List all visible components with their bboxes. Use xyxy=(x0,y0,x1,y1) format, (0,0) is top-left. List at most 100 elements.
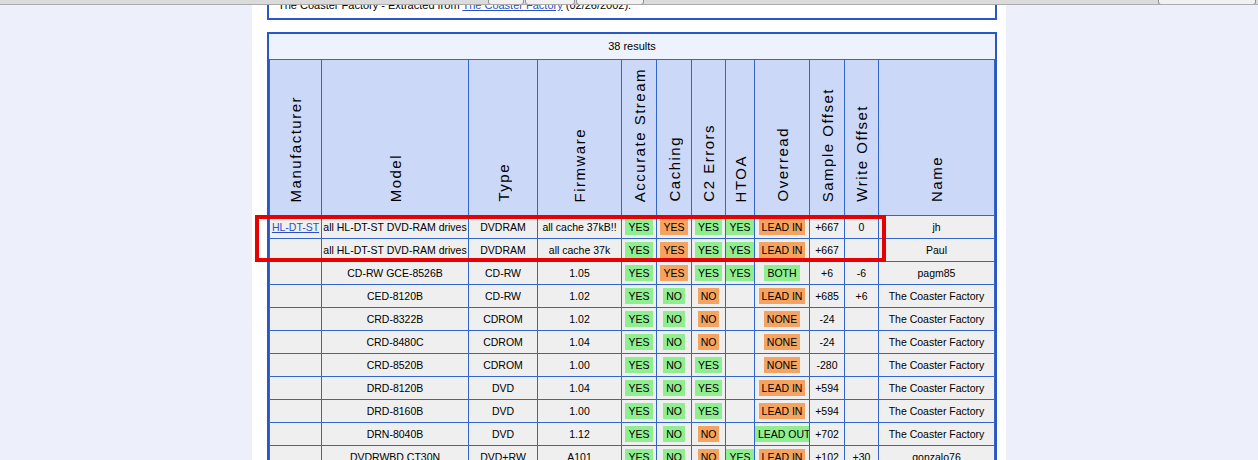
cell-firmware: A101 xyxy=(538,446,622,460)
column-header-c2-errors: C2 Errors xyxy=(692,60,726,216)
browser-button-partial[interactable] xyxy=(488,0,524,5)
column-header-label: Model xyxy=(387,154,404,202)
column-header-label: Caching xyxy=(666,136,683,202)
cell-htoa xyxy=(726,423,755,446)
browser-button-partial[interactable] xyxy=(525,0,575,5)
column-header-label: Sample Offset xyxy=(819,88,836,202)
cell-manufacturer xyxy=(270,423,322,446)
cell-name: The Coaster Factory xyxy=(879,377,995,400)
cell-manufacturer xyxy=(270,262,322,285)
cell-htoa xyxy=(726,354,755,377)
browser-button-partial[interactable] xyxy=(576,0,644,5)
cell-overread: LEAD OUT xyxy=(755,423,810,446)
column-header-manufacturer: Manufacturer xyxy=(270,60,322,216)
cell-write-offset: +30 xyxy=(845,446,879,460)
cell-c2-errors: NO xyxy=(692,308,726,331)
status-badge: YES xyxy=(625,265,652,281)
cell-accurate-stream: YES xyxy=(622,285,657,308)
status-badge: NO xyxy=(698,311,720,327)
cell-type: CDROM xyxy=(469,331,538,354)
cell-manufacturer xyxy=(270,377,322,400)
status-badge: YES xyxy=(695,265,722,281)
cell-name: The Coaster Factory xyxy=(879,308,995,331)
drive-row: DRN-8040BDVD1.12YESNONOLEAD OUT+702The C… xyxy=(270,423,995,446)
status-badge: YES xyxy=(695,357,722,373)
cell-write-offset xyxy=(845,331,879,354)
status-badge: LEAD IN xyxy=(759,449,806,460)
annotation-rectangle xyxy=(255,215,886,262)
status-badge: YES xyxy=(625,334,652,350)
cell-firmware: 1.04 xyxy=(538,377,622,400)
cell-caching: NO xyxy=(657,377,692,400)
cell-accurate-stream: YES xyxy=(622,262,657,285)
column-header-type: Type xyxy=(469,60,538,216)
cell-sample-offset: -24 xyxy=(810,331,845,354)
cell-type: DVD xyxy=(469,377,538,400)
cell-caching: NO xyxy=(657,308,692,331)
cell-caching: NO xyxy=(657,446,692,460)
cell-caching: NO xyxy=(657,285,692,308)
cell-write-offset xyxy=(845,377,879,400)
cell-overread: LEAD IN xyxy=(755,285,810,308)
cell-type: CD-RW xyxy=(469,285,538,308)
cell-caching: YES xyxy=(657,262,692,285)
status-badge: YES xyxy=(625,357,652,373)
column-header-name: Name xyxy=(879,60,995,216)
cell-accurate-stream: YES xyxy=(622,400,657,423)
status-badge: NO xyxy=(698,288,720,304)
cell-model: CED-8120B xyxy=(322,285,469,308)
cell-sample-offset: +594 xyxy=(810,377,845,400)
cell-model: CD-RW GCE-8526B xyxy=(322,262,469,285)
cell-write-offset xyxy=(845,354,879,377)
drive-row: CRD-8480CCDROM1.04YESNONONONE-24The Coas… xyxy=(270,331,995,354)
cell-type: CDROM xyxy=(469,308,538,331)
cell-model: CRD-8322B xyxy=(322,308,469,331)
status-badge: NO xyxy=(663,426,685,442)
status-badge: NONE xyxy=(764,334,800,350)
cell-accurate-stream: YES xyxy=(622,331,657,354)
cell-write-offset: -6 xyxy=(845,262,879,285)
cell-name: Paul xyxy=(879,239,995,262)
cell-htoa xyxy=(726,331,755,354)
cell-name: jh xyxy=(879,216,995,239)
cell-overread: LEAD IN xyxy=(755,377,810,400)
status-badge: NO xyxy=(663,288,685,304)
column-header-label: HTOA xyxy=(732,155,749,202)
browser-chrome-bottom-strip xyxy=(0,0,1258,5)
cell-model: CRD-8480C xyxy=(322,331,469,354)
status-badge: NO xyxy=(663,449,685,460)
cell-name: The Coaster Factory xyxy=(879,285,995,308)
cell-type: CDROM xyxy=(469,354,538,377)
cell-caching: NO xyxy=(657,354,692,377)
cell-firmware: 1.04 xyxy=(538,331,622,354)
status-badge: BOTH xyxy=(764,265,799,281)
column-header-label: Accurate Stream xyxy=(631,68,648,202)
drive-row: CED-8120BCD-RW1.02YESNONOLEAD IN+685+6Th… xyxy=(270,285,995,308)
cell-accurate-stream: YES xyxy=(622,308,657,331)
drive-row: CD-RW GCE-8526BCD-RW1.05YESYESYESYESBOTH… xyxy=(270,262,995,285)
cell-name: The Coaster Factory xyxy=(879,331,995,354)
cell-sample-offset: +102 xyxy=(810,446,845,460)
cell-name: The Coaster Factory xyxy=(879,423,995,446)
cell-firmware: 1.02 xyxy=(538,285,622,308)
cell-overread: BOTH xyxy=(755,262,810,285)
cell-caching: NO xyxy=(657,423,692,446)
cell-manufacturer xyxy=(270,400,322,423)
status-badge: YES xyxy=(625,288,652,304)
cell-caching: NO xyxy=(657,400,692,423)
cell-c2-errors: YES xyxy=(692,262,726,285)
cell-c2-errors: YES xyxy=(692,400,726,423)
column-header-label: Name xyxy=(928,156,945,202)
cell-c2-errors: YES xyxy=(692,377,726,400)
cell-overread: NONE xyxy=(755,308,810,331)
cell-htoa xyxy=(726,400,755,423)
column-header-label: Write Offset xyxy=(853,105,870,202)
cell-name: gonzalo76 xyxy=(879,446,995,460)
table-header-row: ManufacturerModelTypeFirmwareAccurate St… xyxy=(270,60,995,216)
browser-button-partial[interactable] xyxy=(1158,0,1256,5)
drive-row: DVDRWBD CT30NDVD+RWA101YESNONOYESLEAD IN… xyxy=(270,446,995,460)
cell-sample-offset: +6 xyxy=(810,262,845,285)
cell-overread: NONE xyxy=(755,354,810,377)
cell-type: DVD xyxy=(469,423,538,446)
status-badge: NO xyxy=(663,380,685,396)
